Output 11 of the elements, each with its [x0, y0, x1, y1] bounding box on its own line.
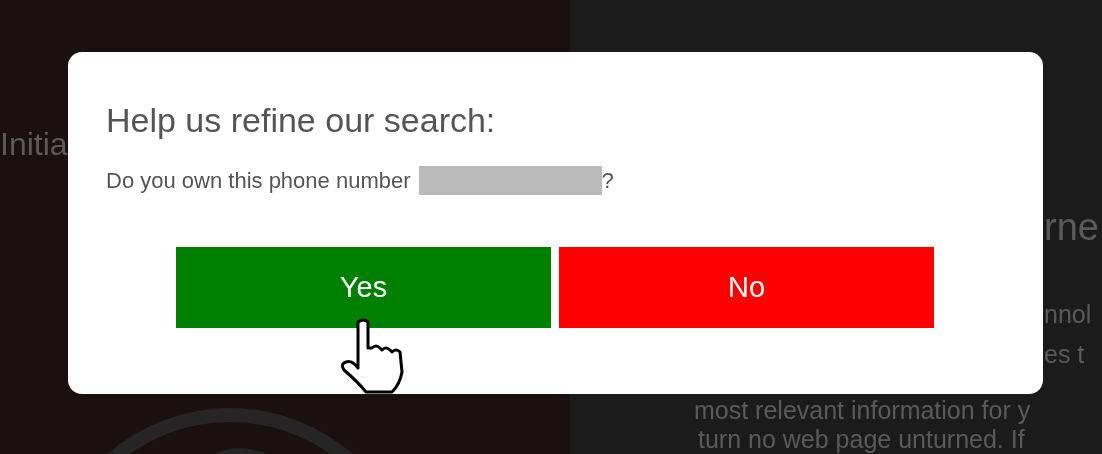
background-text: nnol — [1044, 300, 1092, 329]
dialog-title: Help us refine our search: — [106, 100, 497, 141]
no-button[interactable]: No — [559, 247, 934, 328]
background-heading: rne — [1044, 205, 1099, 249]
question-mark: ? — [601, 167, 614, 194]
background-text: es t — [1044, 340, 1085, 369]
background-text: turn no web page unturned. If — [698, 425, 1025, 454]
background-text: Initia — [0, 126, 68, 163]
background-text: most relevant information for y — [694, 396, 1031, 425]
yes-button[interactable]: Yes — [176, 247, 551, 328]
question-text: Do you own this phone number — [106, 167, 411, 194]
